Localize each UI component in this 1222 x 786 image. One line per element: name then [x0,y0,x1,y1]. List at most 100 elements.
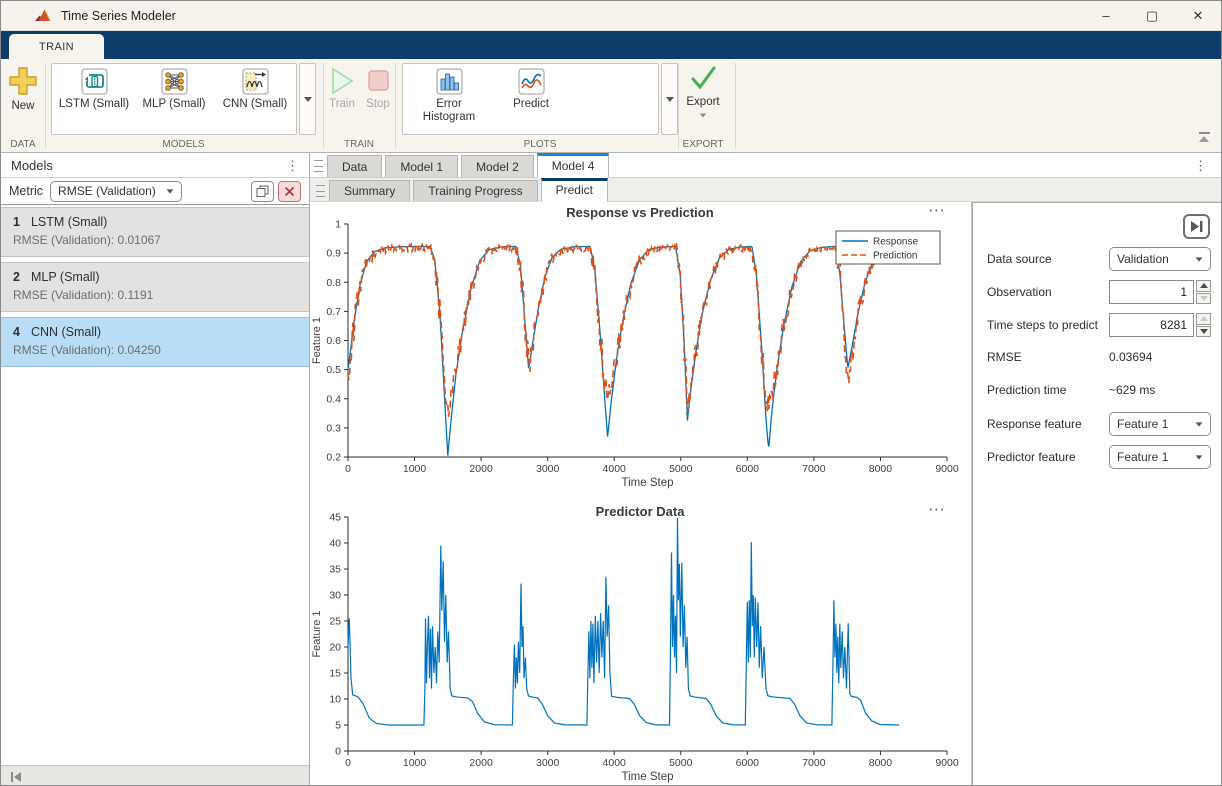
plots-gallery-dropdown-button[interactable] [661,63,678,135]
model-card-4[interactable]: 4CNN (Small) RMSE (Validation): 0.04250 [1,317,309,367]
svg-text:15: 15 [329,668,341,680]
model-name: CNN (Small) [31,325,101,339]
export-button-label: Export [677,96,729,109]
svg-text:1000: 1000 [403,757,427,769]
observation-stepper[interactable]: 1 [1109,280,1211,304]
chevron-down-icon [666,97,674,102]
chart-options-icon[interactable]: ⋯ [928,503,946,517]
svg-text:Time Step: Time Step [622,771,674,783]
stop-icon [365,67,391,95]
checkmark-icon [688,63,718,93]
collapse-panel-button[interactable] [1183,214,1210,239]
error-histogram-plot-button[interactable]: Error Histogram [407,68,491,124]
model-card-1[interactable]: 1LSTM (Small) RMSE (Validation): 0.01067 [1,207,309,257]
time-series-modeler-window: Time Series Modeler – ▢ ✕ TRAIN New DATA [0,0,1222,786]
window-controls: – ▢ ✕ [1083,1,1221,30]
close-button[interactable]: ✕ [1175,1,1221,30]
duplicate-model-button[interactable] [251,181,274,202]
time-steps-stepper[interactable]: 8281 [1109,313,1211,337]
chart-title: Response vs Prediction [310,205,970,220]
ribbon: New DATA LSTM (Small) [1,59,1221,153]
document-area-menu-icon[interactable]: ⋮ [1194,159,1207,172]
observation-value[interactable]: 1 [1109,280,1194,304]
tab-model-1[interactable]: Model 1 [385,155,458,177]
stop-button: Stop [362,67,394,111]
collapse-left-icon[interactable] [9,771,23,783]
ribbon-divider [323,63,324,149]
predictor-feature-dropdown[interactable]: Feature 1 [1109,445,1211,469]
rmse-row: RMSE 0.03694 [987,346,1211,368]
svg-text:0.9: 0.9 [326,248,341,260]
model-template-cnn-small[interactable]: CNN (Small) [214,68,296,111]
response-feature-dropdown[interactable]: Feature 1 [1109,412,1211,436]
svg-text:4000: 4000 [603,463,627,475]
maximize-button[interactable]: ▢ [1129,1,1175,30]
section-label-data: DATA [1,139,45,150]
svg-text:0.6: 0.6 [326,335,341,347]
matlab-logo-icon [35,8,52,24]
models-gallery-dropdown-button[interactable] [299,63,316,135]
response-vs-prediction-chart: 01000200030004000500060007000800090000.2… [310,202,970,494]
model-list: 1LSTM (Small) RMSE (Validation): 0.01067… [1,205,309,367]
export-button[interactable]: Export [677,63,729,118]
minimize-button[interactable]: – [1083,1,1129,30]
svg-text:7000: 7000 [802,463,826,475]
svg-text:9000: 9000 [935,463,959,475]
metric-label: Metric [9,184,43,198]
tab-summary[interactable]: Summary [329,180,410,201]
spin-up-button[interactable] [1196,280,1211,292]
spin-down-button[interactable] [1196,326,1211,338]
svg-text:10: 10 [329,694,341,706]
predict-options-form: Data source Validation Observation 1 Ti [987,247,1211,478]
svg-text:Feature 1: Feature 1 [311,610,323,657]
chart-title: Predictor Data [310,504,970,519]
model-card-2[interactable]: 2MLP (Small) RMSE (Validation): 0.1191 [1,262,309,312]
svg-text:30: 30 [329,590,341,602]
rmse-value: 0.03694 [1109,350,1211,364]
tab-train[interactable]: TRAIN [9,34,104,59]
drag-grip-icon[interactable] [316,185,325,197]
tab-model-4[interactable]: Model 4 [537,153,610,178]
model-metric: RMSE (Validation): 0.04250 [13,343,309,357]
document-tab-bar: Data Model 1 Model 2 Model 4 ⋮ [310,153,1221,178]
chart-options-icon[interactable]: ⋯ [928,204,946,218]
model-template-lstm-small[interactable]: LSTM (Small) [54,68,134,111]
ribbon-divider [395,63,396,149]
svg-text:Feature 1: Feature 1 [311,317,323,364]
predictor-feature-label: Predictor feature [987,450,1109,464]
model-name: LSTM (Small) [31,215,107,229]
drag-grip-icon[interactable] [314,160,323,172]
models-panel: Models ⋮ Metric RMSE (Validation) [1,153,310,786]
tab-predict[interactable]: Predict [541,178,608,202]
predictor-data-plot: 0100020003000400050006000700080009000051… [310,496,970,786]
predict-charts-area: 01000200030004000500060007000800090000.2… [310,202,972,786]
delete-model-button[interactable] [278,181,301,202]
svg-text:0.4: 0.4 [326,393,341,405]
metric-dropdown[interactable]: RMSE (Validation) [50,181,182,202]
svg-text:0: 0 [345,463,351,475]
svg-text:0: 0 [345,757,351,769]
new-session-button[interactable]: New [7,65,39,113]
models-panel-menu-icon[interactable]: ⋮ [286,159,299,172]
section-label-plots: PLOTS [402,139,678,150]
prediction-time-value: ~629 ms [1109,383,1211,397]
response-feature-label: Response feature [987,417,1109,431]
svg-text:0.7: 0.7 [326,306,341,318]
prediction-time-label: Prediction time [987,383,1109,397]
time-steps-value[interactable]: 8281 [1109,313,1194,337]
svg-text:2000: 2000 [469,463,493,475]
metric-row: Metric RMSE (Validation) [1,178,309,205]
svg-text:0: 0 [335,746,341,758]
model-template-mlp-small[interactable]: MLP (Small) [134,68,214,111]
predict-plot-button[interactable]: Predict [491,68,571,111]
tab-model-2[interactable]: Model 2 [461,155,534,177]
tab-training-progress[interactable]: Training Progress [413,180,537,201]
model-metric: RMSE (Validation): 0.1191 [13,288,309,302]
spin-up-button [1196,313,1211,325]
chevron-down-icon [700,114,706,118]
tab-data[interactable]: Data [327,155,382,177]
svg-text:8000: 8000 [869,757,893,769]
cnn-small-label: CNN (Small) [214,98,296,111]
data-source-dropdown[interactable]: Validation [1109,247,1211,271]
collapse-ribbon-button[interactable] [1195,132,1213,146]
